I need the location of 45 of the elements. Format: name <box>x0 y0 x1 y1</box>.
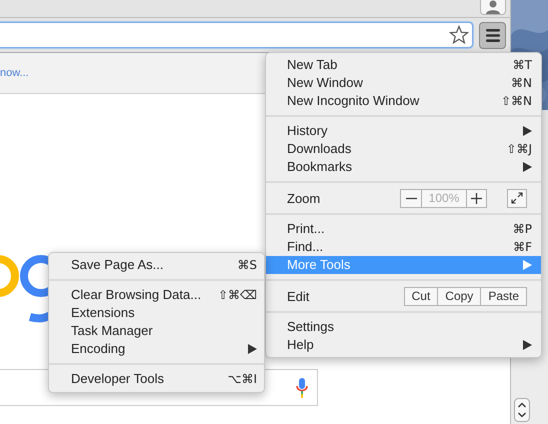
shortcut-text: ⌘F <box>513 239 532 256</box>
menu-item[interactable]: Encoding <box>49 340 264 358</box>
zoom-in-button[interactable] <box>466 190 486 206</box>
shortcut-text: ⇧⌘J <box>506 141 532 158</box>
menu-label: Zoom <box>287 190 322 206</box>
menu-item[interactable]: Extensions <box>49 304 264 322</box>
edit-button[interactable]: Paste <box>480 288 526 304</box>
menu-item[interactable]: New Tab ⌘T <box>266 56 541 74</box>
profile-button[interactable] <box>480 0 506 15</box>
menu-label: Edit <box>287 288 310 304</box>
menu-item[interactable]: Find... ⌘F <box>266 238 541 256</box>
infobar-link[interactable]: now... <box>0 67 29 79</box>
address-field[interactable] <box>0 22 473 48</box>
shortcut-text: ⌘T <box>512 57 532 74</box>
shortcut-text: ⌘S <box>237 257 257 274</box>
menu-item[interactable]: Clear Browsing Data... ⇧⌘⌫ <box>49 286 264 304</box>
menu-item[interactable]: Task Manager <box>49 322 264 340</box>
shortcut-text: ⌘P <box>512 221 532 238</box>
shortcut-text: ⌥⌘I <box>228 371 257 388</box>
menu-item[interactable]: New Incognito Window ⇧⌘N <box>266 92 541 110</box>
edit-button[interactable]: Cut <box>404 288 438 304</box>
menu-icon <box>486 28 500 42</box>
zoom-level: 100% <box>421 190 466 206</box>
menu-item[interactable]: Bookmarks <box>266 158 541 176</box>
menu-item[interactable]: Print... ⌘P <box>266 220 541 238</box>
microphone-icon[interactable] <box>296 378 308 398</box>
menu-item[interactable]: History <box>266 122 541 140</box>
shortcut-text: ⇧⌘⌫ <box>218 287 257 304</box>
menu-item[interactable]: Downloads ⇧⌘J <box>266 140 541 158</box>
menu-button[interactable] <box>479 22 506 48</box>
expand-icon <box>511 192 523 204</box>
menu-item[interactable]: New Window ⌘N <box>266 74 541 92</box>
person-icon <box>485 0 501 14</box>
menu-item[interactable]: Developer Tools ⌥⌘I <box>49 370 264 388</box>
shortcut-text: ⌘N <box>511 75 532 92</box>
menu-item[interactable]: Help <box>266 336 541 354</box>
star-icon[interactable] <box>449 25 469 45</box>
menu-item[interactable]: Settings <box>266 318 541 336</box>
zoom-out-button[interactable] <box>401 190 421 206</box>
fullscreen-button[interactable] <box>507 188 527 208</box>
edit-button[interactable]: Copy <box>437 288 480 304</box>
menu-item[interactable]: Save Page As... ⌘S <box>49 256 264 274</box>
stepper-icon[interactable] <box>514 398 530 422</box>
plus-icon <box>471 192 482 204</box>
shortcut-text: ⇧⌘N <box>500 93 532 110</box>
